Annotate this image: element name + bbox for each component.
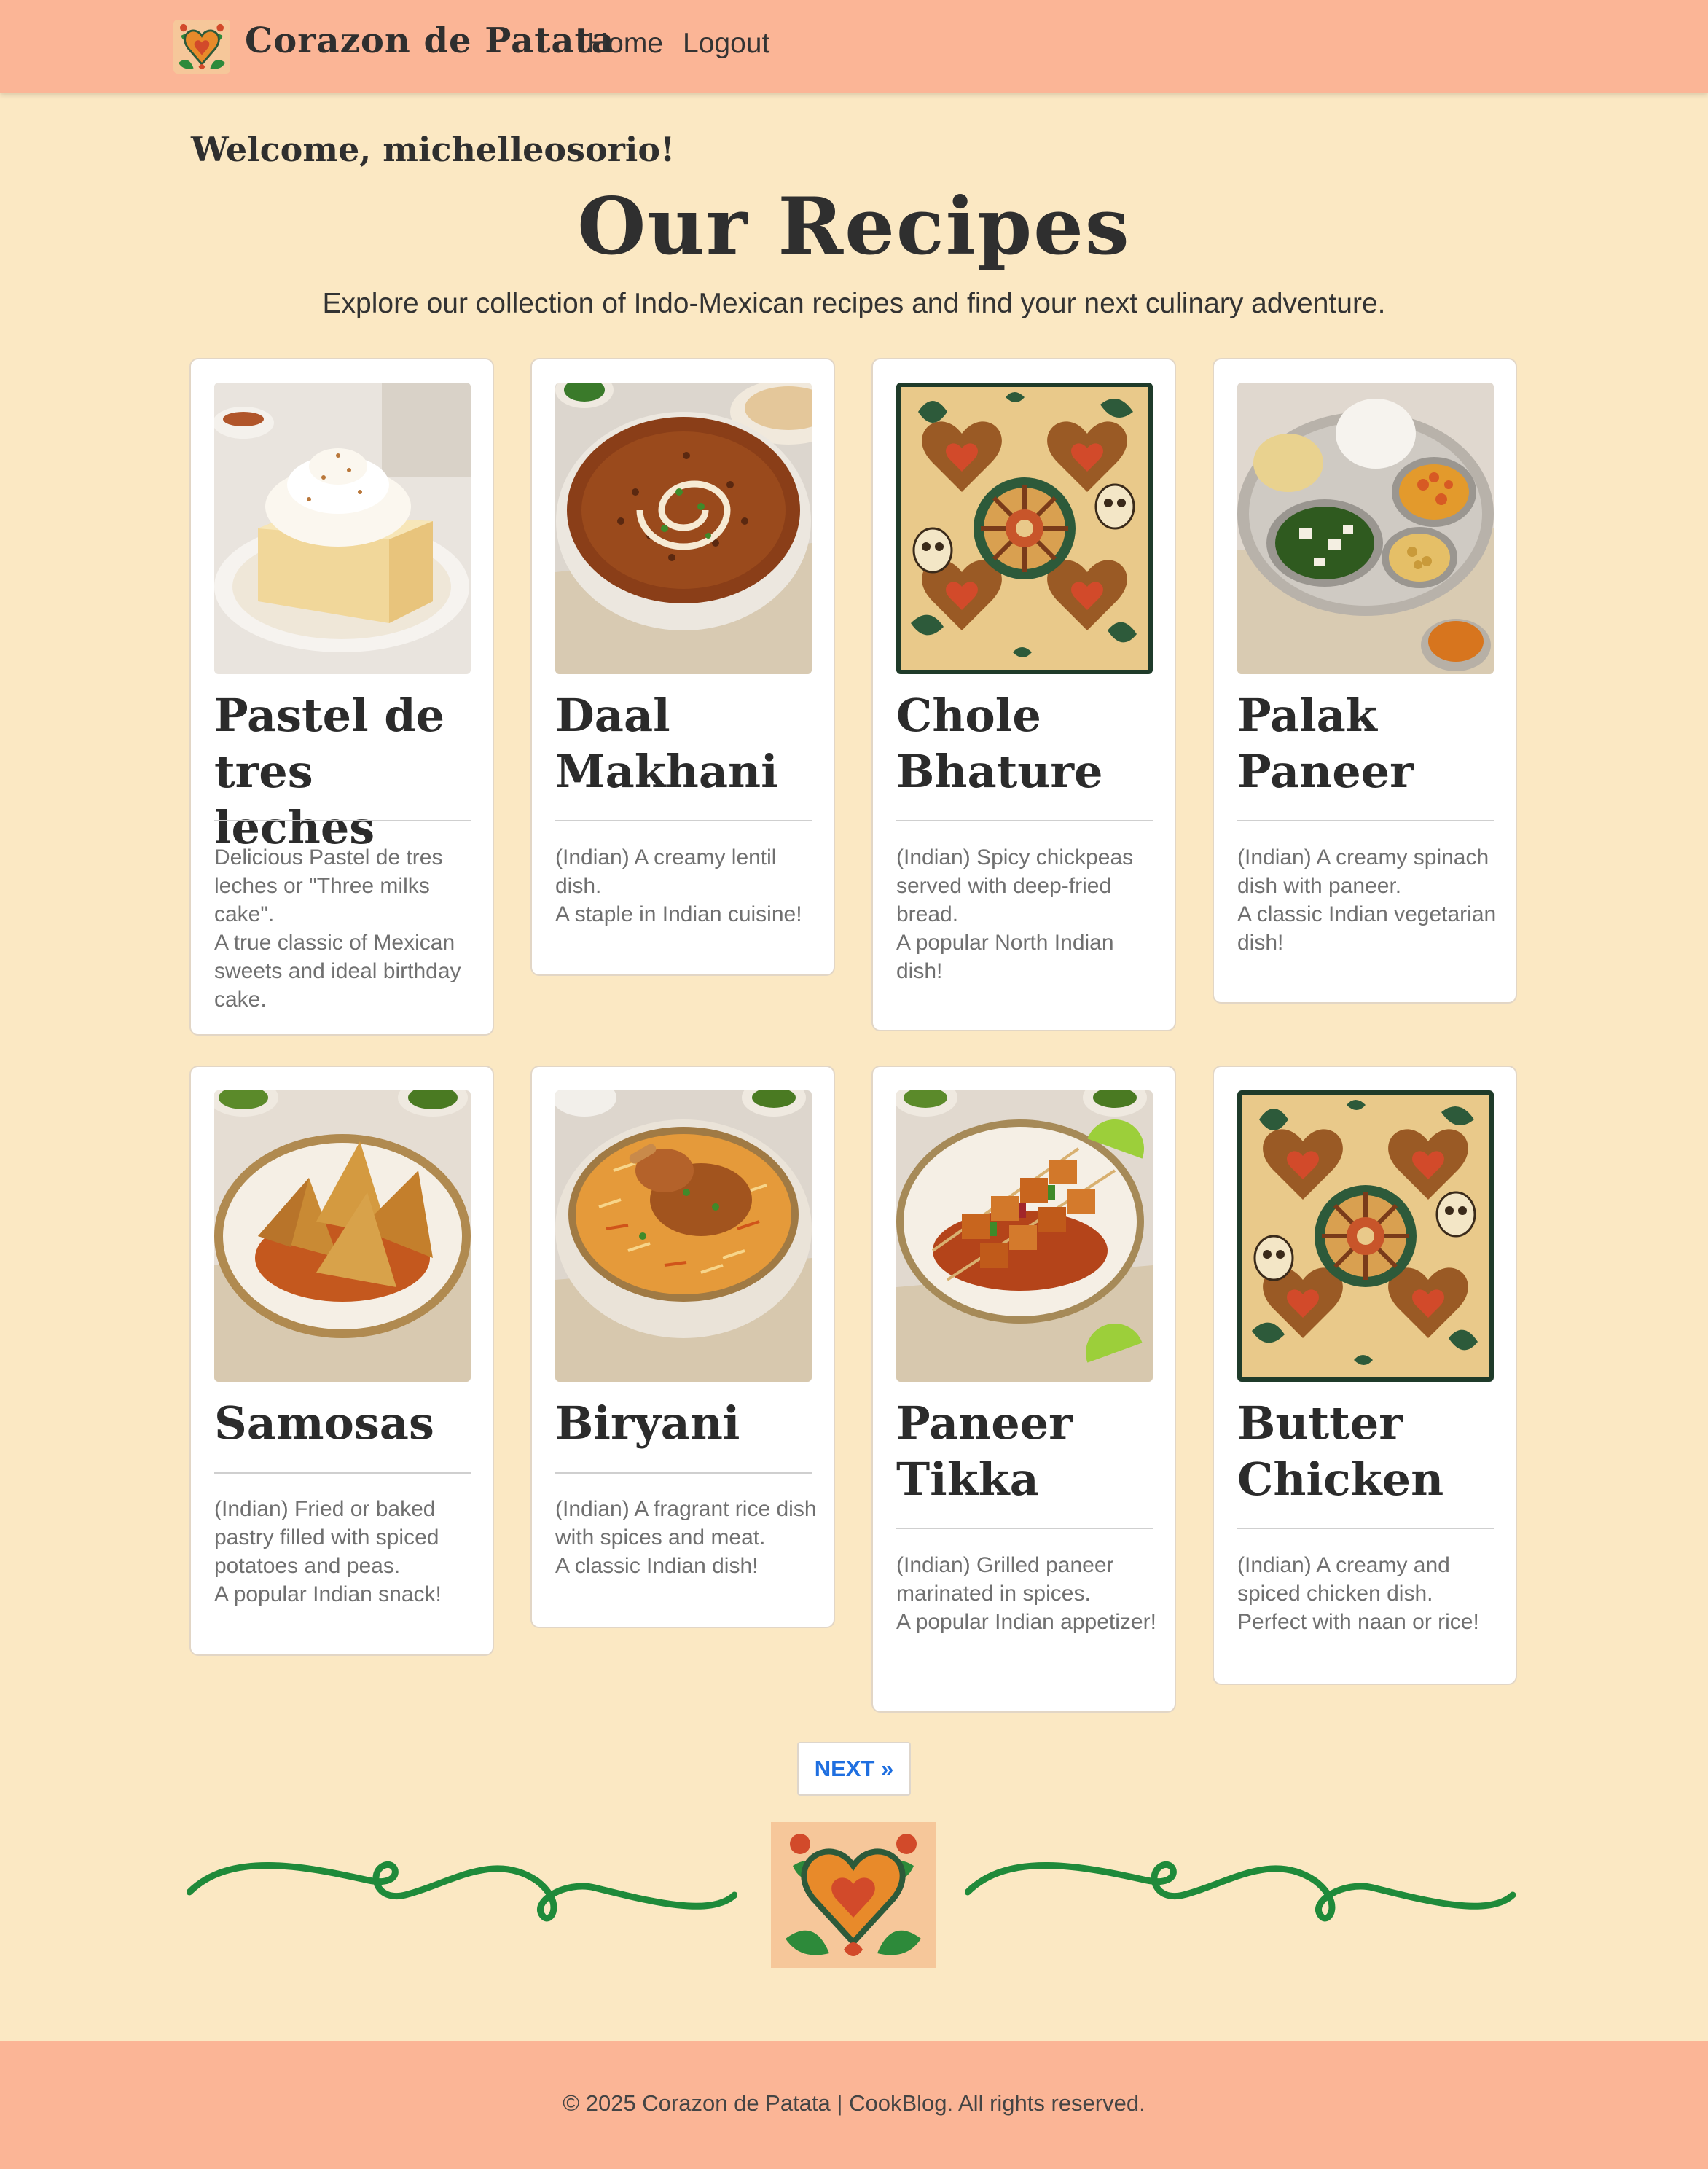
card-divider [896,820,1153,821]
card-divider [1237,1528,1494,1529]
card-divider [896,1528,1153,1529]
brand-name[interactable]: Corazon de Patata [245,20,615,61]
recipe-description: (Indian) A creamy spinach dish with pane… [1237,843,1500,957]
nav-home-link[interactable]: Home [587,28,663,60]
recipe-description-line: (Indian) Fried or baked pastry filled wi… [214,1497,439,1578]
brand-logo-icon[interactable] [173,20,230,74]
welcome-message: Welcome, michelleosorio! [191,130,675,169]
recipe-card[interactable]: Pastel de tres leches Delicious Pastel d… [189,358,494,1036]
recipe-title[interactable]: Butter Chicken [1237,1395,1500,1507]
recipe-description-line: A popular Indian snack! [214,1582,442,1606]
recipe-description-line: (Indian) Grilled paneer marinated in spi… [896,1553,1114,1606]
footer-copyright: © 2025 Corazon de Patata | CookBlog. All… [563,2090,1145,2116]
recipe-card[interactable]: Biryani (Indian) A fragrant rice dish wi… [530,1066,835,1628]
recipe-card[interactable]: Butter Chicken (Indian) A creamy and spi… [1213,1066,1517,1685]
page-subtitle: Explore our collection of Indo-Mexican r… [322,288,1386,319]
recipe-description: (Indian) A creamy and spiced chicken dis… [1237,1551,1500,1636]
recipe-description: (Indian) Fried or baked pastry filled wi… [214,1495,477,1609]
recipe-card[interactable]: Chole Bhature (Indian) Spicy chickpeas s… [871,358,1176,1031]
recipe-description-line: A staple in Indian cuisine! [555,902,802,926]
card-divider [214,1472,471,1474]
recipe-description-line: A popular North Indian dish! [896,931,1114,983]
recipe-description: (Indian) A creamy lentil dish. A staple … [555,843,818,929]
recipe-card[interactable]: Palak Paneer (Indian) A creamy spinach d… [1213,358,1517,1004]
biryani-bowl-image[interactable] [555,1090,812,1382]
recipe-description-line: (Indian) A creamy lentil dish. [555,845,777,898]
recipe-title[interactable]: Chole Bhature [896,687,1159,800]
recipe-description-line: (Indian) A creamy and spiced chicken dis… [1237,1553,1450,1606]
recipe-description-line: Delicious Pastel de tres leches or "Thre… [214,845,443,926]
page-title: Our Recipes [577,181,1131,273]
recipe-description: (Indian) Grilled paneer marinated in spi… [896,1551,1159,1636]
recipe-description-line: Perfect with naan or rice! [1237,1610,1479,1634]
vine-divider-left-icon [187,1861,737,1922]
recipe-description-line: A classic Indian dish! [555,1554,759,1578]
recipe-description: (Indian) A fragrant rice dish with spice… [555,1495,818,1580]
next-page-button[interactable]: NEXT » [797,1742,911,1796]
cake-slice-image[interactable] [214,383,471,674]
card-divider [1237,820,1494,821]
thali-plate-image[interactable] [1237,383,1494,674]
recipe-title[interactable]: Samosas [214,1395,477,1451]
footer: © 2025 Corazon de Patata | CookBlog. All… [0,2041,1708,2169]
nav-logout-link[interactable]: Logout [683,28,769,60]
recipe-card[interactable]: Paneer Tikka (Indian) Grilled paneer mar… [871,1066,1176,1713]
folk-art-pattern-image[interactable] [896,383,1153,674]
recipe-card[interactable]: Samosas (Indian) Fried or baked pastry f… [189,1066,494,1656]
recipe-description-line: A popular Indian appetizer! [896,1610,1156,1634]
card-divider [214,820,471,821]
recipe-description: Delicious Pastel de tres leches or "Thre… [214,843,477,1014]
tikka-skewers-image[interactable] [896,1090,1153,1382]
samosa-plate-image[interactable] [214,1090,471,1382]
recipe-description-line: A true classic of Mexican sweets and ide… [214,931,461,1012]
heart-emblem-icon [771,1822,936,1968]
recipe-title[interactable]: Daal Makhani [555,687,818,800]
recipe-title[interactable]: Pastel de tres leches [214,687,477,856]
recipe-description-line: (Indian) A fragrant rice dish with spice… [555,1497,817,1549]
recipe-title[interactable]: Palak Paneer [1237,687,1500,800]
recipe-description: (Indian) Spicy chickpeas served with dee… [896,843,1159,985]
recipe-description-line: A classic Indian vegetarian dish! [1237,902,1497,955]
card-divider [555,1472,812,1474]
lentil-bowl-image[interactable] [555,383,812,674]
recipe-title[interactable]: Paneer Tikka [896,1395,1159,1507]
recipe-description-line: (Indian) A creamy spinach dish with pane… [1237,845,1489,898]
card-divider [555,820,812,821]
folk-art-pattern-image[interactable] [1237,1090,1494,1382]
recipe-description-line: (Indian) Spicy chickpeas served with dee… [896,845,1134,926]
recipe-title[interactable]: Biryani [555,1395,818,1451]
recipe-card[interactable]: Daal Makhani (Indian) A creamy lentil di… [530,358,835,976]
vine-divider-right-icon [965,1861,1516,1922]
navbar: Corazon de Patata Home Logout [0,0,1708,93]
